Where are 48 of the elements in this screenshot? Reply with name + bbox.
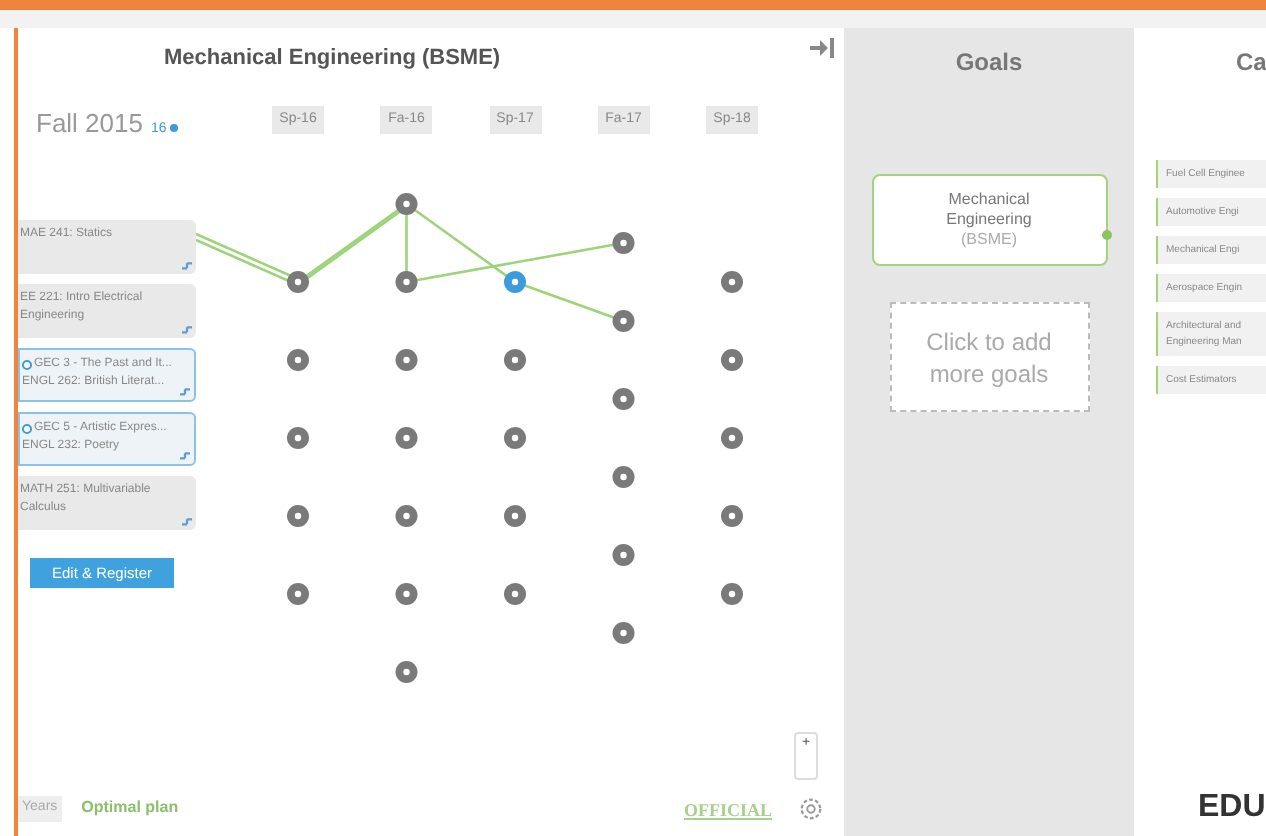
- plan-node[interactable]: [395, 661, 418, 683]
- official-label: OFFICIAL: [684, 798, 773, 824]
- plan-node[interactable]: [395, 349, 418, 371]
- plan-node[interactable]: [612, 466, 635, 488]
- plan-node[interactable]: [287, 583, 309, 605]
- collapse-icon[interactable]: [810, 38, 834, 58]
- brand-logo: EDU: [1198, 788, 1266, 828]
- goal-degree: (BSME): [961, 230, 1017, 250]
- plan-node[interactable]: [504, 271, 526, 293]
- plan-node[interactable]: [287, 349, 309, 371]
- link-icon[interactable]: [182, 324, 192, 334]
- settings-icon[interactable]: [798, 796, 824, 822]
- plan-node[interactable]: [504, 349, 526, 371]
- goal-name: Mechanical Engineering: [944, 190, 1034, 230]
- plan-node[interactable]: [721, 505, 743, 527]
- view-tab[interactable]: Optimal plan: [77, 796, 183, 821]
- plan-node[interactable]: [612, 388, 635, 410]
- plan-node[interactable]: [287, 427, 309, 449]
- plan-node[interactable]: [612, 232, 635, 254]
- plan-node[interactable]: [612, 622, 635, 644]
- link-icon[interactable]: [180, 450, 190, 460]
- info-icon[interactable]: [22, 360, 32, 370]
- add-goal-box[interactable]: Click to add more goals: [889, 302, 1089, 412]
- panel-title: Ca: [1236, 46, 1266, 80]
- plan-node[interactable]: [612, 310, 635, 332]
- plan-node[interactable]: [287, 271, 309, 293]
- plan-node[interactable]: [287, 505, 309, 527]
- plan-node[interactable]: [395, 427, 418, 449]
- plan-node[interactable]: [504, 505, 526, 527]
- plan-node[interactable]: [721, 427, 743, 449]
- plan-node[interactable]: [504, 427, 526, 449]
- plan-node[interactable]: [504, 583, 526, 605]
- plan-title: Mechanical Engineering (BSME): [164, 43, 501, 74]
- link-icon[interactable]: [180, 386, 190, 396]
- plan-node[interactable]: [395, 271, 418, 293]
- link-icon[interactable]: [182, 516, 192, 526]
- plan-node[interactable]: [395, 505, 418, 527]
- plan-node[interactable]: [721, 583, 743, 605]
- goal-card[interactable]: Mechanical Engineering (BSME): [871, 174, 1107, 266]
- plan-node[interactable]: [395, 193, 418, 215]
- plan-node[interactable]: [395, 583, 418, 605]
- plan-node[interactable]: [721, 349, 743, 371]
- info-icon[interactable]: [22, 424, 32, 434]
- plan-node[interactable]: [612, 544, 635, 566]
- current-term: Fall 2015: [36, 106, 143, 142]
- panel-title: Goals: [955, 46, 1023, 80]
- plan-node[interactable]: [721, 271, 743, 293]
- link-icon[interactable]: [182, 260, 192, 270]
